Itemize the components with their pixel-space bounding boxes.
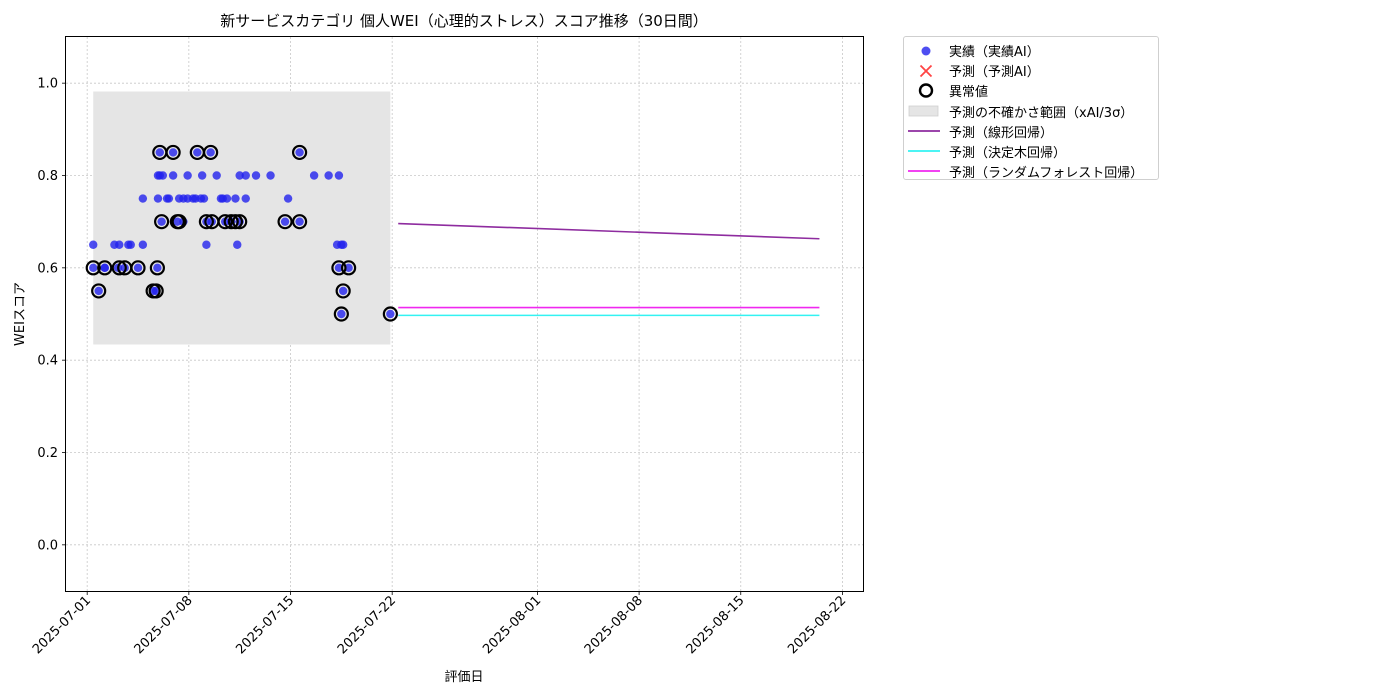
actual-point xyxy=(386,309,395,319)
actual-point xyxy=(241,194,250,203)
chart-title: 新サービスカテゴリ 個人WEI（心理的ストレス）スコア推移（30日間） xyxy=(220,12,708,30)
actual-point xyxy=(158,171,168,180)
legend-symbol-anomaly xyxy=(918,83,934,99)
actual-point xyxy=(338,286,348,296)
actual-point xyxy=(157,217,166,226)
x-tick-label: 2025-07-01 xyxy=(30,593,94,657)
legend-dot-icon xyxy=(921,46,931,56)
x-axis-label: 評価日 xyxy=(444,670,483,685)
actual-point xyxy=(138,194,148,203)
legend-label: 実績（実績AI） xyxy=(949,45,1040,60)
legend: 実績（実績AI） 予測（予測AI） 異常値予測の不確かさ範囲（xAI/3σ） 予測（線… xyxy=(903,36,1159,181)
actual-point xyxy=(100,263,109,273)
actual-point xyxy=(212,171,221,180)
legend-band-icon xyxy=(908,105,939,116)
actual-point xyxy=(324,171,333,180)
actual-point xyxy=(295,217,304,226)
x-tick-label: 2025-07-22 xyxy=(335,593,399,657)
actual-point xyxy=(283,194,293,203)
x-tick-label: 2025-07-08 xyxy=(132,593,196,657)
legend-label: 予測の不確かさ範囲（xAI/3σ） xyxy=(949,105,1134,121)
legend-label: 予測（予測AI） xyxy=(949,65,1040,81)
actual-point xyxy=(266,171,275,180)
actual-point xyxy=(231,194,240,203)
actual-point xyxy=(164,194,174,203)
legend-symbol-band xyxy=(908,105,939,116)
legend-item-linear: 予測（線形回帰） xyxy=(904,121,1158,141)
actual-point xyxy=(251,171,261,180)
x-tick-label: 2025-08-15 xyxy=(684,593,748,657)
plot-area xyxy=(66,37,863,591)
legend-cross-icon xyxy=(919,65,933,78)
legend-label: 予測（決定木回帰） xyxy=(949,146,1067,161)
actual-point xyxy=(153,263,162,273)
actual-point xyxy=(222,194,232,203)
legend-item-tree: 予測（決定木回帰） xyxy=(904,141,1158,161)
actual-point xyxy=(133,263,143,273)
actual-point xyxy=(280,217,290,226)
x-tick-label: 2025-08-08 xyxy=(582,593,646,657)
actual-point xyxy=(337,309,346,319)
actual-point xyxy=(155,148,165,157)
actual-point xyxy=(202,240,211,249)
actual-point xyxy=(153,194,163,203)
legend-item-anomaly: 異常値 xyxy=(904,80,1158,100)
legend-item-band: 予測の不確かさ範囲（xAI/3σ） xyxy=(904,101,1158,121)
actual-point xyxy=(197,171,207,180)
x-tick-label: 2025-08-22 xyxy=(785,593,849,657)
legend-symbol-actual xyxy=(921,46,931,56)
actual-point xyxy=(338,240,348,249)
actual-point xyxy=(94,286,103,296)
actual-point xyxy=(126,240,135,249)
actual-point xyxy=(206,148,215,157)
prediction-line-linear xyxy=(398,222,820,240)
actual-point xyxy=(334,171,344,180)
y-tick-label: 0.2 xyxy=(37,446,58,461)
actual-point xyxy=(168,148,178,157)
legend-ring-icon xyxy=(918,83,934,99)
y-tick-label: 0.0 xyxy=(37,538,58,553)
y-tick-label: 0.6 xyxy=(37,261,58,276)
y-tick-label: 0.4 xyxy=(37,354,58,369)
actual-point xyxy=(199,194,209,203)
legend-label: 予測（線形回帰） xyxy=(949,125,1054,141)
y-tick-label: 1.0 xyxy=(37,77,58,92)
actual-point xyxy=(309,171,319,180)
y-tick-label: 0.8 xyxy=(37,169,58,184)
actual-point xyxy=(183,171,192,180)
y-axis-label: WEIスコア xyxy=(13,282,28,346)
legend-symbol-tree xyxy=(908,150,940,152)
legend-label: 予測（ランダムフォレスト回帰） xyxy=(949,166,1144,182)
chart-svg: 新サービスカテゴリ 個人WEI（心理的ストレス）スコア推移（30日間） 0.0 0… xyxy=(13,12,864,685)
legend-item-predicted: 予測（予測AI） xyxy=(904,60,1158,80)
legend-item-forest: 予測（ランダムフォレスト回帰） xyxy=(904,161,1158,181)
actual-point xyxy=(241,171,250,180)
x-tick-label: 2025-08-01 xyxy=(480,593,544,657)
actual-point xyxy=(193,148,202,157)
actual-point xyxy=(168,171,178,180)
legend-symbol-linear xyxy=(908,129,940,132)
legend-symbol-forest xyxy=(908,170,940,173)
legend-symbol-predicted xyxy=(919,65,933,78)
legend-item-actual: 実績（実績AI） xyxy=(904,40,1158,60)
legend-label: 異常値 xyxy=(949,85,989,101)
actual-point xyxy=(138,240,148,249)
x-tick-label: 2025-07-15 xyxy=(233,593,297,657)
actual-point xyxy=(89,263,98,273)
actual-point xyxy=(115,240,124,249)
actual-point xyxy=(295,148,304,157)
actual-point xyxy=(89,240,98,249)
actual-point xyxy=(233,240,242,249)
